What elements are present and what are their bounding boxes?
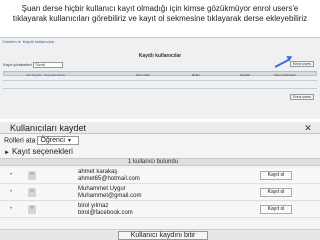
enrolment-filter: Kayıt yöntemleri Tümü	[3, 62, 63, 68]
table-divider	[3, 80, 317, 81]
avatar	[28, 171, 36, 180]
avatar	[28, 205, 36, 214]
chevron-down-icon: ▼	[66, 138, 72, 144]
filter-select[interactable]: Tümü	[32, 62, 63, 68]
role-select-value: Öğrenci	[40, 137, 65, 144]
enrolment-options-toggle[interactable]: ► Kayıt seçenekleri	[4, 147, 73, 156]
close-icon[interactable]: ✕	[302, 123, 314, 133]
assign-role-label: Rolleri ata	[4, 137, 36, 145]
table-divider	[3, 88, 317, 89]
groups-column-header: Gruplar	[240, 72, 251, 77]
enrol-button[interactable]: Kayıt ol	[260, 188, 292, 197]
filter-label: Kayıt yöntemleri	[3, 62, 32, 68]
user-name: ahmet karakaş	[78, 169, 118, 175]
finish-enrolling-button[interactable]: Kullanıcı kaydını bitir	[118, 231, 208, 240]
user-name: Muhammet Uygur	[78, 186, 126, 192]
assign-role-row: Rolleri ata Öğrenci ▼	[4, 136, 80, 145]
bullet-icon: •	[10, 172, 13, 178]
enrol-button[interactable]: Kayıt ol	[260, 171, 292, 180]
breadcrumb: Yönetim►Kayıtlı kullanıcılar	[2, 39, 55, 44]
user-list-header: 1 kullanıcı bulundu	[0, 158, 320, 166]
user-email: ahmet65@hotmail.com	[78, 176, 140, 182]
enrolment-options-label: Kayıt seçenekleri	[11, 147, 73, 156]
user-count: 1 kullanıcı bulundu	[128, 159, 179, 165]
user-row: • ahmet karakaş ahmet65@hotmail.com Kayı…	[0, 168, 320, 184]
enrol-button[interactable]: Kayıt ol	[260, 205, 292, 214]
breadcrumb-item[interactable]: Yönetim	[2, 39, 17, 44]
dialog-title: Kullanıcıları kaydet	[10, 123, 87, 133]
bullet-icon: •	[10, 206, 13, 212]
triangle-right-icon: ►	[4, 150, 10, 156]
user-row: • Muhammet Uygur Muhammet@gmail.com Kayı…	[0, 185, 320, 201]
users-table-header: Ad / Soyad ↓ / E-posta adresi Son erişim…	[3, 71, 317, 77]
dialog-footer: Kullanıcı kaydını bitir	[0, 229, 320, 240]
dialog-titlebar: Kullanıcıları kaydet ✕	[0, 122, 320, 134]
enrol-users-button-bottom[interactable]: Enrol users	[290, 94, 314, 100]
user-email: birol@facebook.com	[78, 210, 133, 216]
user-name: birol yılmaz	[78, 203, 109, 209]
enrol-users-dialog: Kullanıcıları kaydet ✕ Rolleri ata Öğren…	[0, 122, 320, 240]
user-email: Muhammet@gmail.com	[78, 193, 142, 199]
name-column-header[interactable]: Ad / Soyad ↓ / E-posta adresi	[26, 73, 65, 77]
enrol-users-button[interactable]: Enrol users	[290, 61, 314, 67]
slide-caption: Şuan derse hiçbir kullanıcı kayıt olmadı…	[12, 4, 308, 23]
annotation-arrow	[274, 58, 290, 68]
avatar	[28, 188, 36, 197]
enrolled-users-page: Yönetim►Kayıtlı kullanıcılar Kayıtlı kul…	[0, 37, 320, 119]
user-row: • birol yılmaz birol@facebook.com Kayıt …	[0, 202, 320, 218]
roles-column-header: Roller	[192, 72, 200, 77]
page-title: Kayıtlı kullanıcılar	[138, 53, 182, 59]
role-select[interactable]: Öğrenci ▼	[37, 136, 80, 145]
enrolment-methods-column-header: Kayıt yöntemleri	[274, 72, 296, 77]
bullet-icon: •	[10, 189, 13, 195]
breadcrumb-item[interactable]: Kayıtlı kullanıcılar	[23, 39, 54, 44]
last-access-column-header[interactable]: Son erişim	[136, 73, 150, 77]
